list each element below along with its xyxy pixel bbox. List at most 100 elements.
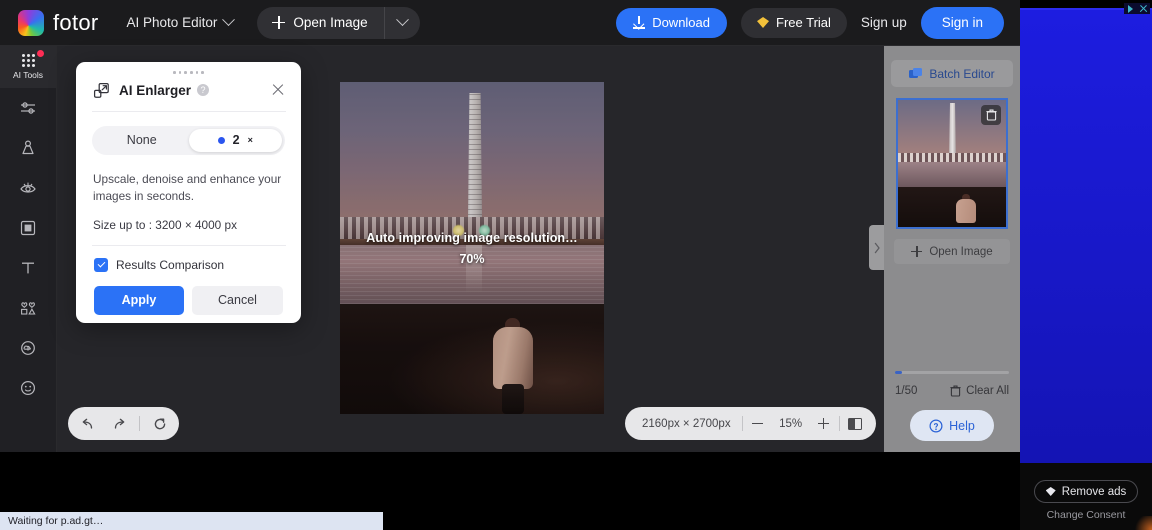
square-frame-icon [18, 218, 38, 238]
dialog-drag-handle[interactable] [76, 62, 301, 74]
processing-overlay: Auto improving image resolution… 70% [340, 82, 604, 414]
ad-footer: Remove ads Change Consent [1020, 463, 1152, 530]
help-label: Help [949, 419, 975, 433]
scale-option-none-label: None [127, 133, 157, 147]
person-bust-icon [18, 138, 38, 158]
fotor-logo-icon [18, 10, 44, 36]
sidebar-item-adjust[interactable] [0, 88, 56, 128]
sidebar-item-upload[interactable] [0, 328, 56, 368]
adchoices-icon[interactable] [1124, 3, 1150, 14]
trash-icon [986, 109, 997, 121]
scale-segmented-control: None 2× [92, 126, 285, 155]
top-bar-actions: Download Free Trial Sign up Sign in [616, 7, 1004, 39]
dialog-size-note: Size up to : 3200 × 4000 px [93, 218, 285, 232]
sidebar-item-text[interactable] [0, 248, 56, 288]
image-dimensions: 2160px × 2700px [631, 418, 742, 430]
question-circle-icon [929, 419, 943, 433]
check-icon [97, 260, 105, 268]
sidebar-item-ai-tools[interactable]: AI Tools [0, 46, 56, 88]
sliders-icon [18, 98, 38, 118]
download-icon [633, 16, 645, 29]
top-bar: fotor AI Photo Editor Open Image Downloa [0, 0, 1020, 46]
brand-name: fotor [53, 10, 99, 36]
clear-all-button[interactable]: Clear All [950, 385, 1009, 397]
zoom-in-button[interactable] [809, 407, 839, 440]
sidebar-item-elements[interactable] [0, 288, 56, 328]
reset-button[interactable] [144, 407, 176, 440]
panel-open-image-button[interactable]: Open Image [894, 239, 1010, 264]
divider [139, 416, 140, 431]
plus-icon [818, 418, 829, 429]
scale-option-2x[interactable]: 2× [189, 129, 283, 152]
image-counter: 1/50 [895, 385, 917, 397]
canvas-image[interactable]: Auto improving image resolution… 70% [340, 82, 604, 414]
zoom-level: 15% [773, 418, 809, 430]
apply-button[interactable]: Apply [94, 286, 184, 315]
product-menu[interactable]: AI Photo Editor [127, 15, 234, 30]
results-comparison-row[interactable]: Results Comparison [94, 258, 301, 272]
help-button[interactable]: Help [910, 410, 994, 441]
reset-icon [152, 416, 168, 432]
thumbnail-item[interactable] [896, 98, 1008, 229]
new-badge-dot [37, 50, 44, 57]
image-list-panel: Batch Editor Open Image [884, 46, 1020, 452]
layers-icon [909, 68, 922, 80]
help-tooltip-icon[interactable]: ? [197, 84, 209, 96]
sidebar-item-retouch[interactable] [0, 168, 56, 208]
sidebar-item-beauty[interactable] [0, 128, 56, 168]
dialog-title: AI Enlarger [119, 83, 191, 98]
grid-dots-icon [22, 54, 35, 67]
redo-icon [111, 417, 128, 431]
progress-percent: 70% [459, 252, 484, 266]
undo-button[interactable] [71, 407, 103, 440]
panel-scrollbar[interactable] [895, 371, 1009, 374]
divider [92, 245, 286, 246]
shapes-icon [18, 298, 38, 318]
enlarge-icon [93, 82, 110, 99]
open-image-group: Open Image [257, 7, 419, 39]
free-trial-button[interactable]: Free Trial [741, 8, 847, 38]
product-menu-label: AI Photo Editor [127, 15, 218, 30]
remove-ads-label: Remove ads [1062, 486, 1127, 498]
browser-status-bar: Waiting for p.ad.gt… [0, 512, 383, 530]
scale-option-none[interactable]: None [95, 129, 189, 152]
compare-view-button[interactable] [840, 407, 870, 440]
chevron-right-icon [873, 242, 881, 254]
divider [92, 111, 286, 112]
sidebar-item-emoji[interactable] [0, 368, 56, 408]
trash-icon [950, 385, 961, 397]
sidebar-item-label: AI Tools [13, 70, 43, 80]
history-toolbar [68, 407, 179, 440]
open-image-dropdown-button[interactable] [384, 7, 420, 39]
sign-up-link[interactable]: Sign up [861, 15, 907, 30]
panel-open-image-label: Open Image [929, 246, 992, 258]
dialog-actions: Apply Cancel [94, 286, 285, 315]
chevron-down-icon [396, 13, 409, 26]
browser-viewport: fotor AI Photo Editor Open Image Downloa [0, 0, 1020, 452]
sign-in-button[interactable]: Sign in [921, 7, 1004, 39]
right-ad-slot[interactable] [1020, 8, 1152, 463]
undo-icon [79, 417, 96, 431]
cancel-button[interactable]: Cancel [192, 286, 283, 315]
results-comparison-checkbox[interactable] [94, 258, 108, 272]
brand-logo[interactable]: fotor [18, 10, 99, 36]
zoom-out-button[interactable] [743, 407, 773, 440]
smiley-icon [18, 378, 38, 398]
sidebar-item-frame[interactable] [0, 208, 56, 248]
plus-icon [911, 246, 922, 257]
download-button[interactable]: Download [616, 8, 727, 38]
close-icon[interactable] [270, 82, 286, 98]
scrollbar-thumb[interactable] [895, 371, 902, 374]
text-t-icon [18, 258, 38, 278]
diamond-icon [1046, 487, 1056, 496]
open-image-button[interactable]: Open Image [257, 7, 383, 39]
batch-editor-button[interactable]: Batch Editor [891, 60, 1013, 87]
remove-ads-button[interactable]: Remove ads [1034, 480, 1138, 503]
redo-button[interactable] [103, 407, 135, 440]
free-trial-label: Free Trial [776, 15, 831, 30]
delete-thumbnail-button[interactable] [981, 105, 1001, 125]
ai-enlarger-dialog: AI Enlarger ? None 2× Upscale, denoise a… [76, 62, 301, 323]
status-text: Waiting for p.ad.gt… [8, 515, 103, 527]
cloud-upload-icon [18, 338, 38, 358]
panel-collapse-handle[interactable] [869, 225, 884, 270]
